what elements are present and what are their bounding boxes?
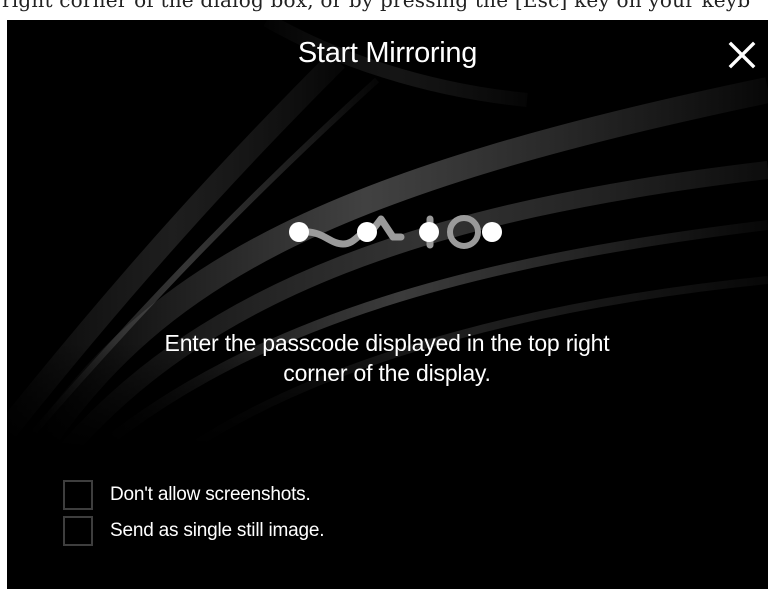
option-send-single-still-image[interactable]: Send as single still image.: [63, 514, 324, 548]
instruction-line-1: Enter the passcode displayed in the top …: [164, 330, 610, 356]
background-document-strip: right corner of the dialog box, or by pr…: [0, 0, 771, 20]
instruction-line-2: corner of the display.: [283, 360, 491, 386]
dont-allow-screenshots-label: Don't allow screenshots.: [110, 484, 311, 505]
vaio-logo: [289, 215, 502, 249]
start-mirroring-dialog: Start Mirroring Enter the passcode displ…: [7, 20, 768, 589]
dont-allow-screenshots-checkbox[interactable]: [63, 480, 93, 510]
send-single-still-image-checkbox[interactable]: [63, 516, 93, 546]
dialog-title: Start Mirroring: [297, 37, 478, 69]
close-icon: [728, 41, 756, 69]
option-dont-allow-screenshots[interactable]: Don't allow screenshots.: [63, 478, 311, 512]
close-button[interactable]: [725, 38, 759, 72]
background-document-text: right corner of the dialog box, or by pr…: [2, 0, 751, 12]
instruction-message: Enter the passcode displayed in the top …: [87, 328, 687, 388]
send-single-still-image-label: Send as single still image.: [110, 520, 325, 541]
